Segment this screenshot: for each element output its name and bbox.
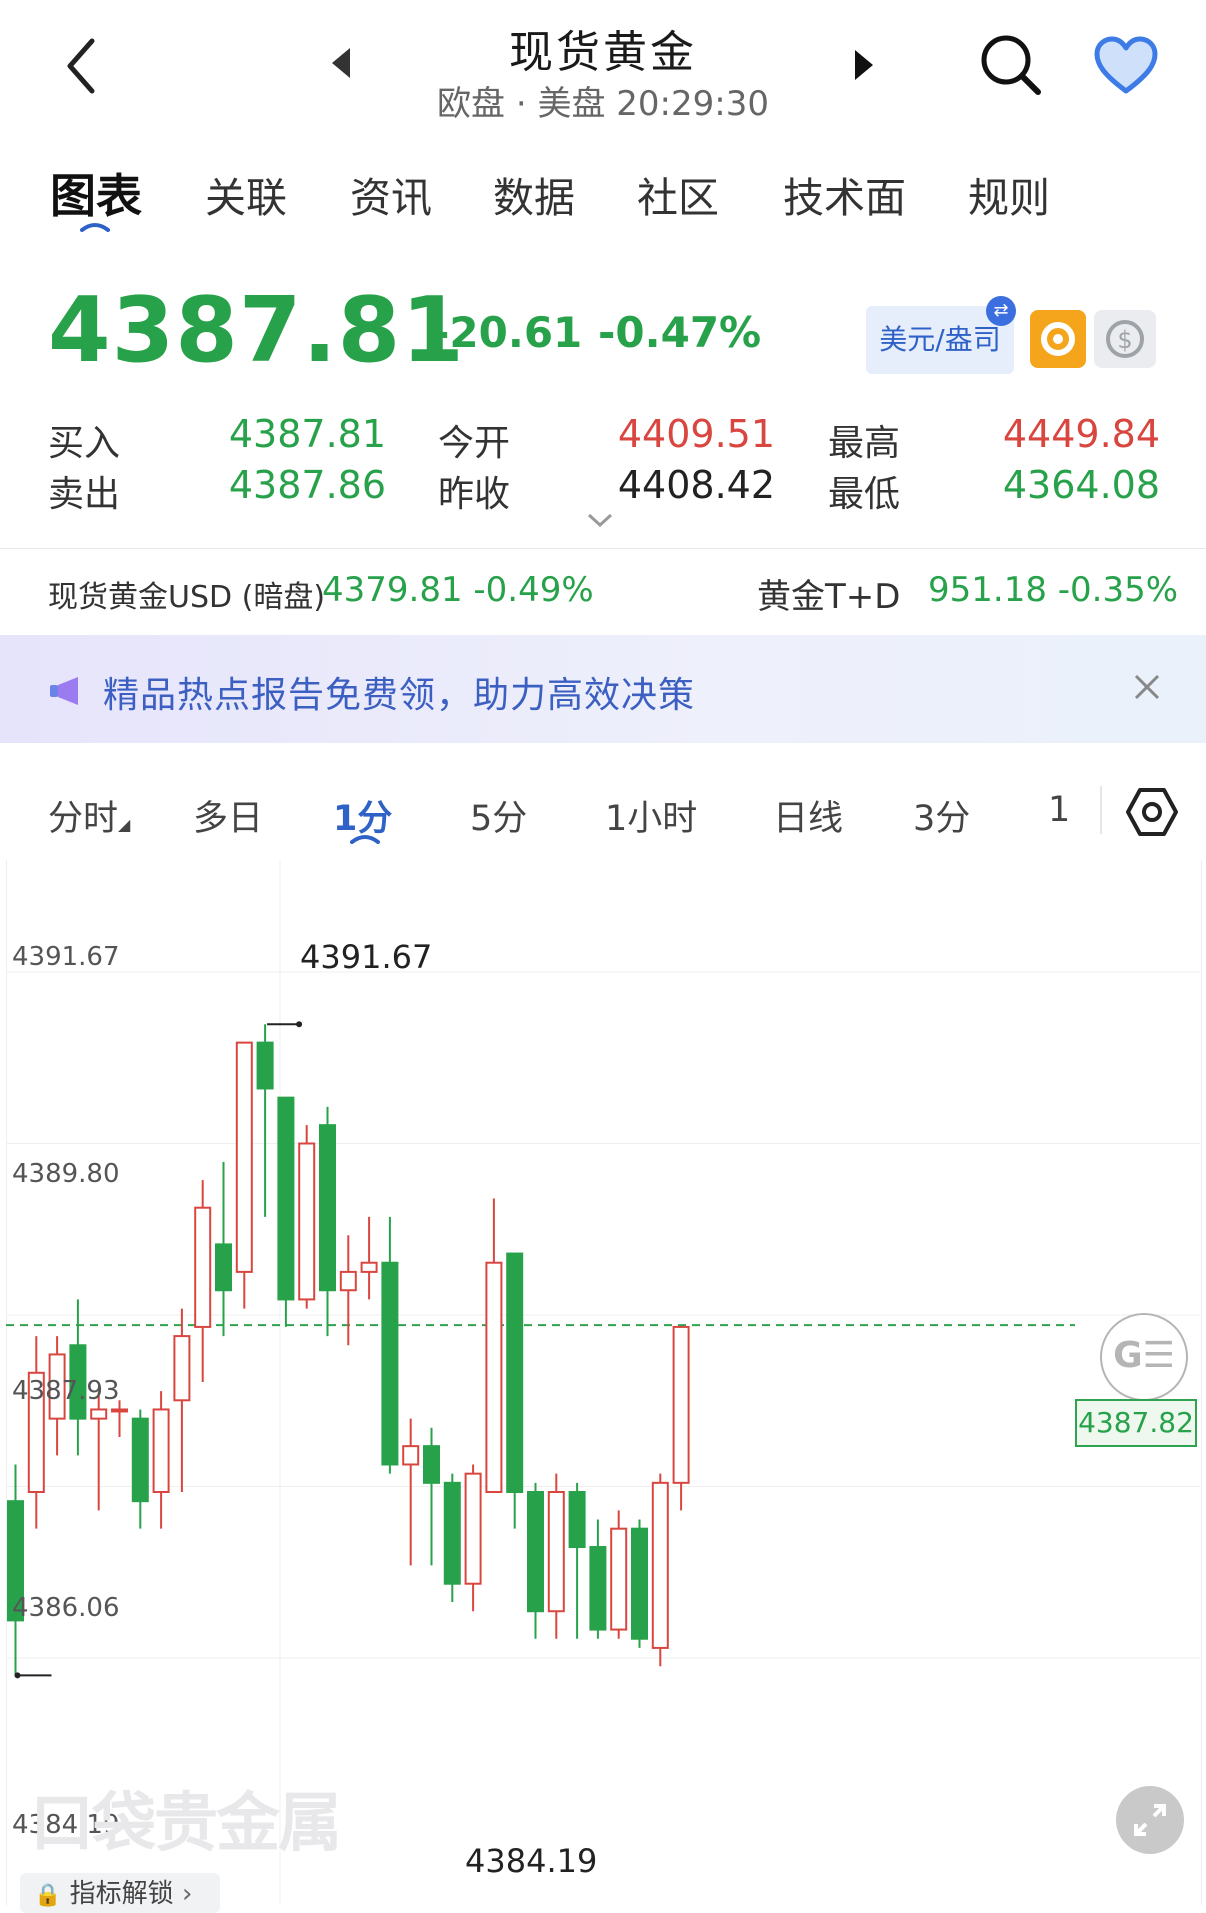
low-pointer-dot	[14, 1672, 21, 1679]
tab-data[interactable]: 数据	[493, 164, 575, 224]
dropdown-caret-icon: ◢	[118, 815, 131, 834]
period-multi-day[interactable]: 多日	[193, 790, 263, 841]
price-change: -20.61	[432, 308, 583, 357]
candle-down	[215, 1243, 232, 1292]
tab-technical[interactable]: 技术面	[783, 164, 906, 224]
divider	[0, 548, 1206, 549]
gold-td-label[interactable]: 黄金T+D	[757, 569, 900, 618]
candle-down	[443, 1481, 461, 1585]
candle-up	[672, 1325, 690, 1484]
exchange-icon: $	[1106, 320, 1144, 358]
last-price-tag: 4387.82	[1075, 1399, 1197, 1447]
low-annotation: 4384.19	[465, 1842, 598, 1880]
expand-chevron-icon[interactable]	[585, 510, 615, 530]
candle-up	[360, 1261, 378, 1273]
period-daily[interactable]: 日线	[773, 790, 843, 841]
candle-up	[464, 1472, 482, 1585]
candle-down	[506, 1252, 524, 1494]
active-tab-indicator	[80, 223, 110, 232]
exchange-button[interactable]: $	[1094, 310, 1156, 368]
price-change-percent: -0.47%	[598, 308, 762, 357]
candle-up	[235, 1041, 253, 1273]
candle-up	[339, 1270, 357, 1292]
candle-down	[256, 1041, 274, 1090]
candle-up	[173, 1335, 191, 1402]
bid-label: 买入	[48, 423, 121, 464]
y-tick-label: 4386.06	[12, 1593, 120, 1623]
low-label: 最低	[828, 474, 901, 515]
candle-up	[111, 1408, 128, 1413]
prev-close-label: 昨收	[438, 474, 511, 515]
ge-icon: G☰	[1113, 1335, 1175, 1376]
candle-up	[402, 1445, 420, 1466]
y-tick-label: 4391.67	[12, 942, 120, 972]
megaphone-icon	[50, 677, 78, 705]
lock-icon: 🔒	[34, 1883, 62, 1908]
next-instrument-icon[interactable]	[855, 50, 873, 80]
candle-up	[547, 1491, 565, 1613]
bid-value: 4387.81	[228, 412, 386, 456]
candle-down	[568, 1491, 586, 1549]
candle-up	[651, 1481, 669, 1649]
banner-text[interactable]: 精品热点报告免费领，助力高效决策	[103, 666, 695, 718]
high-label: 最高	[828, 423, 901, 464]
candle-down	[589, 1546, 607, 1631]
high-pointer-dot	[296, 1021, 303, 1028]
tab-chart[interactable]: 图表	[50, 160, 142, 226]
search-icon[interactable]	[978, 32, 1044, 98]
y-tick-label: 4389.80	[12, 1159, 120, 1189]
low-value: 4364.08	[1002, 463, 1160, 507]
candle-down	[131, 1417, 149, 1503]
dark-pool-value[interactable]: 4379.81 -0.49%	[322, 570, 594, 610]
tab-rules[interactable]: 规则	[968, 164, 1050, 224]
tab-news[interactable]: 资讯	[350, 164, 432, 224]
prev-close-value: 4408.42	[617, 463, 775, 507]
period-intraday[interactable]: 分时◢	[48, 790, 130, 841]
tab-community[interactable]: 社区	[637, 164, 719, 224]
candlestick-chart[interactable]	[0, 860, 1206, 1905]
ask-label: 卖出	[48, 474, 121, 515]
svg-text:$: $	[1117, 326, 1132, 354]
close-icon[interactable]	[1130, 670, 1164, 704]
high-value: 4449.84	[1002, 412, 1160, 456]
candle-down	[631, 1527, 648, 1640]
candle-down	[381, 1261, 399, 1466]
high-annotation: 4391.67	[300, 938, 433, 976]
candle-down	[319, 1124, 336, 1292]
y-tick-label: 4387.93	[12, 1376, 120, 1406]
divider	[1100, 786, 1102, 834]
active-period-indicator	[350, 835, 380, 844]
swap-icon: ⇄	[986, 296, 1016, 326]
tab-related[interactable]: 关联	[205, 164, 287, 224]
period-more[interactable]: 1	[1048, 790, 1070, 830]
dark-pool-label[interactable]: 现货黄金USD (暗盘)	[48, 572, 325, 616]
period-5min[interactable]: 5分	[470, 790, 527, 841]
fullscreen-button[interactable]	[1116, 1786, 1184, 1854]
expand-arrows-icon	[1134, 1804, 1166, 1836]
candle-up	[485, 1261, 503, 1494]
watermark-logo: 口袋贵金属	[30, 1787, 342, 1861]
candle-up	[90, 1408, 108, 1420]
ask-value: 4387.86	[228, 463, 386, 507]
candle-up	[194, 1206, 212, 1328]
candle-down	[423, 1445, 440, 1484]
settings-hexagon-icon[interactable]	[1126, 786, 1178, 838]
candle-up	[152, 1408, 170, 1494]
candle-up	[610, 1527, 628, 1631]
current-price: 4387.81	[48, 278, 465, 383]
candle-down	[277, 1096, 295, 1301]
refresh-icon	[1041, 322, 1075, 356]
period-1hour[interactable]: 1小时	[605, 790, 697, 841]
alert-button[interactable]	[1030, 310, 1086, 368]
period-3min[interactable]: 3分	[913, 790, 970, 841]
favorite-heart-icon[interactable]	[1093, 36, 1159, 96]
open-value: 4409.51	[617, 412, 775, 456]
indicator-unlock-button[interactable]: 🔒 指标解锁 ›	[20, 1873, 220, 1913]
gold-td-value[interactable]: 951.18 -0.35%	[928, 570, 1178, 610]
period-label: 分时	[48, 799, 119, 839]
open-label: 今开	[438, 423, 511, 464]
candle-down	[527, 1491, 544, 1613]
candle-up	[298, 1142, 316, 1301]
